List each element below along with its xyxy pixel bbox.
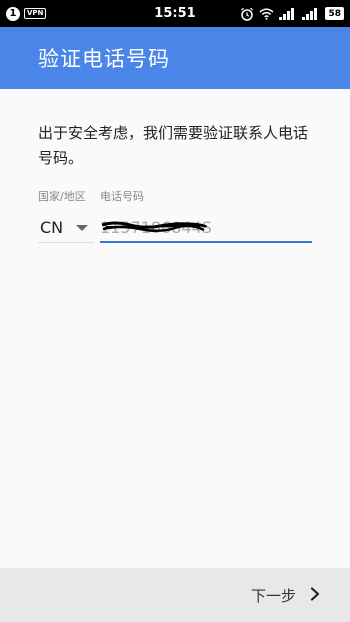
phone-form: 国家/地区 CN 电话号码 (38, 189, 312, 243)
country-label: 国家/地区 (38, 190, 86, 203)
next-button[interactable]: 下一步 (251, 585, 320, 606)
phone-input-wrapper (100, 213, 312, 243)
alarm-icon (240, 7, 254, 21)
description-text: 出于安全考虑，我们需要验证联系人电话号码。 (38, 124, 309, 167)
status-bar-right: 58 (240, 7, 344, 21)
next-label: 下一步 (250, 586, 296, 605)
country-select[interactable]: CN (38, 213, 94, 243)
vpn-badge: VPN (24, 8, 47, 19)
status-bar: 1 VPN 15:51 58 (0, 0, 350, 27)
chevron-right-icon (310, 586, 320, 605)
phone-label: 电话号码 (100, 190, 144, 203)
status-bar-left: 1 VPN (6, 6, 116, 21)
signal-icon (279, 7, 297, 20)
signal-icon-2 (302, 7, 320, 20)
country-value: CN (40, 218, 64, 237)
sim-slot-icon: 1 (6, 6, 20, 21)
verify-phone-screen: 1 VPN 15:51 58 验证电话号码 出于安全考虑，我们需要验证联系人电话… (0, 0, 350, 622)
bottom-bar: 下一步 (0, 568, 350, 622)
wifi-icon (259, 8, 274, 20)
phone-input[interactable] (100, 213, 312, 241)
app-bar: 验证电话号码 (0, 27, 350, 89)
phone-field: 电话号码 (100, 189, 312, 243)
page-title: 验证电话号码 (38, 47, 170, 71)
country-field: 国家/地区 CN (38, 189, 94, 243)
dropdown-arrow-icon (76, 224, 89, 231)
main-content: 出于安全考虑，我们需要验证联系人电话号码。 国家/地区 CN 电话号码 (0, 89, 350, 243)
battery-icon: 58 (325, 7, 344, 20)
